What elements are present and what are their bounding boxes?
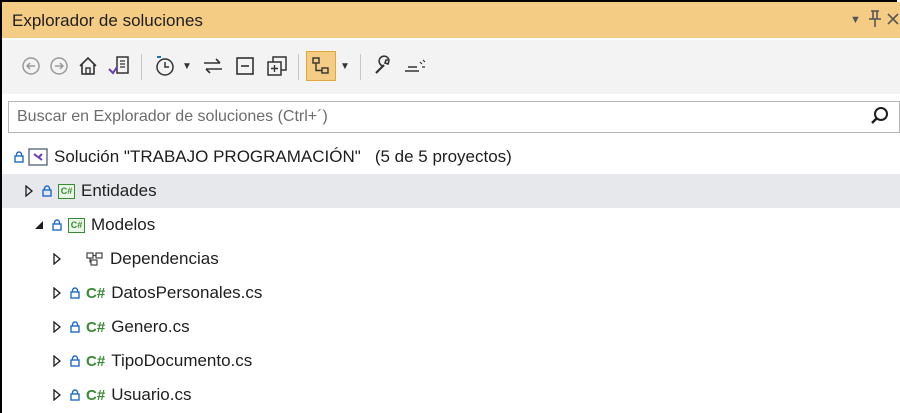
collapsed-arrow-icon[interactable] [50, 321, 64, 333]
lock-icon [50, 219, 64, 231]
project-name: Modelos [91, 215, 156, 234]
home-icon[interactable] [76, 50, 100, 82]
pending-changes-filter-icon[interactable] [152, 50, 178, 82]
copy-icon[interactable] [264, 50, 290, 82]
back-icon[interactable] [20, 50, 42, 82]
lock-icon [12, 151, 26, 163]
expanded-arrow-icon[interactable] [32, 220, 46, 230]
solution-project-count: (5 de 5 proyectos) [374, 147, 512, 166]
csharp-project-icon: C# [58, 183, 75, 199]
tree-item-file[interactable]: C# TipoDocumento.cs [2, 344, 900, 378]
csharp-file-icon: C# [86, 318, 106, 336]
lock-icon [68, 355, 82, 367]
lock-icon [68, 287, 82, 299]
filter-dropdown-icon[interactable]: ▼ [180, 50, 194, 82]
csharp-file-icon: C# [86, 284, 106, 302]
toolbar-separator [141, 54, 142, 80]
toolbar: ▼ ▼ [2, 40, 900, 94]
csharp-file-icon: C# [86, 352, 106, 370]
tree-item-dependencies[interactable]: Dependencias [2, 242, 900, 276]
toolbar-separator [298, 54, 299, 80]
window-position-dropdown-icon[interactable]: ▼ [850, 14, 861, 26]
toolbar-separator [360, 54, 361, 80]
search-icon[interactable] [869, 105, 891, 132]
csharp-project-icon: C# [68, 217, 85, 233]
pin-icon[interactable] [868, 10, 882, 33]
collapsed-arrow-icon[interactable] [50, 253, 64, 265]
collapsed-arrow-icon[interactable] [50, 355, 64, 367]
switch-views-icon[interactable] [106, 50, 132, 82]
solution-tree: Solución "TRABAJO PROGRAMACIÓN" (5 de 5 … [2, 140, 900, 412]
file-name: DatosPersonales.cs [111, 283, 263, 302]
solution-name: Solución "TRABAJO PROGRAMACIÓN" [54, 147, 361, 166]
collapse-all-icon[interactable] [232, 50, 258, 82]
collapsed-arrow-icon[interactable] [50, 389, 64, 401]
title-bar[interactable]: Explorador de soluciones ▼ [2, 2, 900, 38]
tree-item-file[interactable]: C# Usuario.cs [2, 378, 900, 412]
search-box [8, 101, 900, 133]
project-name: Entidades [81, 181, 157, 200]
lock-icon [68, 321, 82, 333]
view-dropdown-icon[interactable]: ▼ [338, 50, 352, 82]
tree-item-project[interactable]: C# Entidades [2, 174, 900, 208]
tree-item-solution[interactable]: Solución "TRABAJO PROGRAMACIÓN" (5 de 5 … [2, 140, 900, 174]
dependencies-label: Dependencias [110, 249, 219, 268]
sync-icon[interactable] [200, 50, 226, 82]
file-name: TipoDocumento.cs [111, 351, 253, 370]
lock-icon [40, 185, 54, 197]
window-title: Explorador de soluciones [12, 11, 203, 30]
file-name: Genero.cs [111, 317, 190, 336]
file-name: Usuario.cs [111, 385, 192, 404]
solution-icon [28, 148, 48, 166]
csharp-file-icon: C# [86, 386, 106, 404]
properties-icon[interactable] [370, 50, 396, 82]
preview-icon[interactable] [402, 50, 428, 82]
lock-icon [68, 389, 82, 401]
show-all-files-icon[interactable] [306, 51, 336, 81]
tree-item-file[interactable]: C# DatosPersonales.cs [2, 276, 900, 310]
search-input[interactable] [10, 103, 864, 131]
forward-icon[interactable] [48, 50, 70, 82]
tree-item-file[interactable]: C# Genero.cs [2, 310, 900, 344]
collapsed-arrow-icon[interactable] [22, 185, 36, 197]
collapsed-arrow-icon[interactable] [50, 287, 64, 299]
dependencies-icon [86, 251, 104, 267]
tree-item-project[interactable]: C# Modelos [2, 208, 900, 242]
close-icon[interactable] [886, 10, 900, 33]
